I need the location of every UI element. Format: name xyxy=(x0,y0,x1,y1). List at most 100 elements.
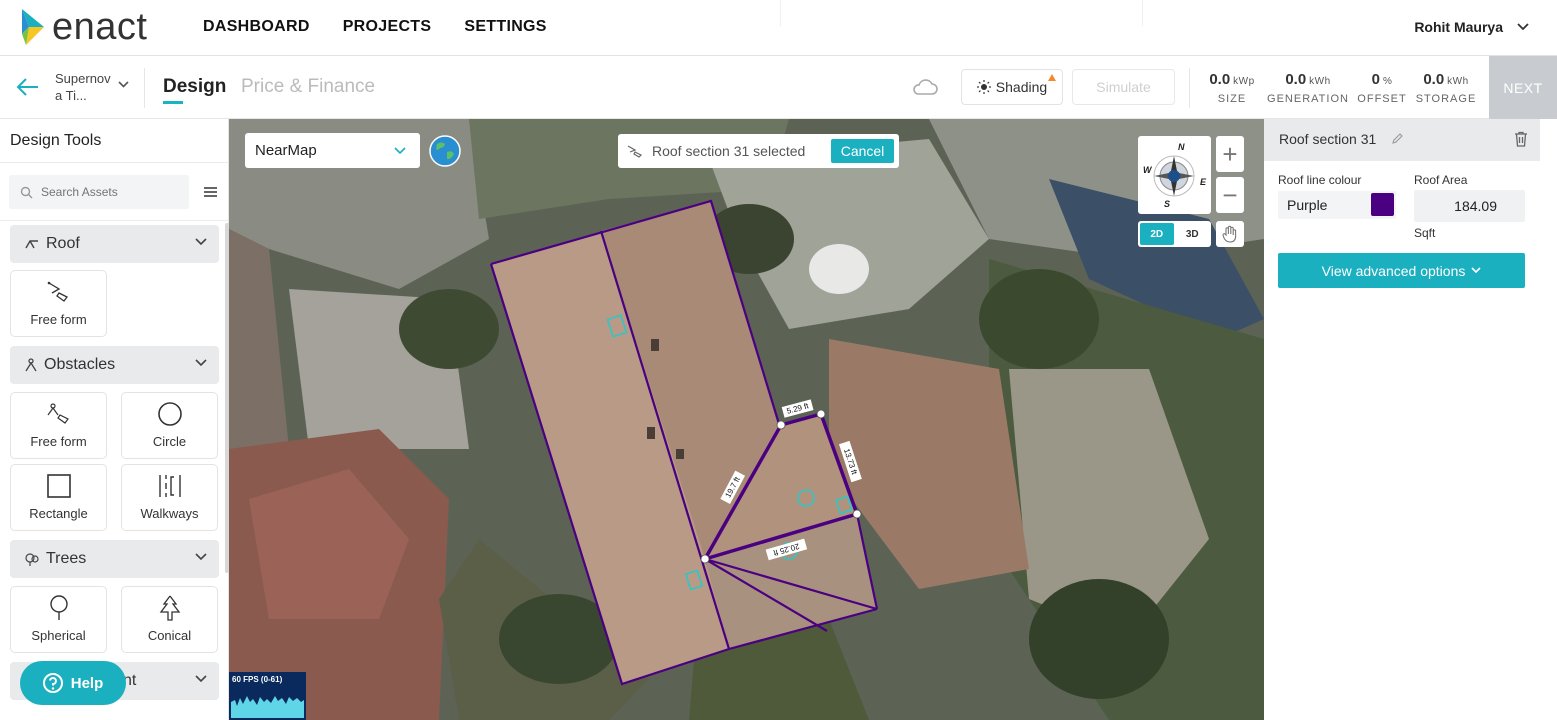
roof-icon xyxy=(25,240,38,249)
edit-pencil-icon[interactable] xyxy=(1392,133,1403,144)
selection-banner: Roof section 31 selected Cancel xyxy=(618,134,899,168)
nav-settings[interactable]: SETTINGS xyxy=(464,18,546,36)
warning-icon xyxy=(1048,74,1056,81)
stat-offset: 0% OFFSET xyxy=(1355,71,1409,105)
compass-icon: N E S W xyxy=(1143,142,1207,209)
nav-dashboard[interactable]: DASHBOARD xyxy=(203,18,310,36)
stat-generation: 0.0 kWh GENERATION xyxy=(1266,71,1350,105)
tool-label: Free form xyxy=(30,312,87,327)
tool-roof-free-form[interactable]: Free form xyxy=(10,270,107,337)
chevron-down-icon xyxy=(195,238,207,246)
search-input[interactable] xyxy=(41,185,181,199)
top-nav-bar: enact DASHBOARD PROJECTS SETTINGS Rohit … xyxy=(0,0,1557,56)
chevron-down-icon xyxy=(394,147,406,155)
colour-swatch[interactable] xyxy=(1371,193,1394,216)
view-advanced-options-button[interactable]: View advanced options xyxy=(1278,253,1525,288)
divider xyxy=(780,0,781,26)
tool-label: Spherical xyxy=(31,628,86,643)
cancel-selection-button[interactable]: Cancel xyxy=(831,139,894,163)
sun-icon xyxy=(976,80,991,94)
view-3d-button[interactable]: 3D xyxy=(1176,223,1210,245)
menu-icon[interactable] xyxy=(198,181,222,203)
stat-storage-label: STORAGE xyxy=(1415,93,1477,105)
roof-line-colour-value: Purple xyxy=(1287,197,1328,213)
roof-section-title: Roof section 31 xyxy=(1279,131,1377,147)
obstacle-pen-icon xyxy=(47,403,69,424)
stat-storage: 0.0 kWh STORAGE xyxy=(1413,71,1479,105)
nav-projects[interactable]: PROJECTS xyxy=(343,18,432,36)
panel-title: Design Tools xyxy=(10,132,102,149)
tab-design[interactable]: Design xyxy=(163,76,226,98)
user-name: Rohit Maurya xyxy=(1414,19,1503,35)
tab-price-finance[interactable]: Price & Finance xyxy=(241,76,375,98)
shading-label: Shading xyxy=(995,79,1048,95)
section-obstacles-label: Obstacles xyxy=(44,356,116,373)
main-nav: DASHBOARD PROJECTS SETTINGS xyxy=(203,18,547,36)
chevron-down-icon xyxy=(1471,267,1481,274)
fps-meter: 60 FPS (0-61) xyxy=(229,672,306,720)
map-canvas[interactable]: 5.29 ft 13.73 ft 19.7 ft 20.25 ft NearMa… xyxy=(229,119,1264,720)
zoom-out-button[interactable]: − xyxy=(1216,177,1244,213)
section-roof-label: Roof xyxy=(46,235,80,252)
globe-icon[interactable] xyxy=(429,135,461,167)
project-selector[interactable]: Supernov a Ti... xyxy=(55,70,111,104)
compass-w: W xyxy=(1143,165,1153,175)
compass[interactable]: N E S W xyxy=(1138,136,1211,214)
tool-circle[interactable]: Circle xyxy=(121,392,218,459)
divider xyxy=(1189,68,1190,108)
question-icon xyxy=(42,673,63,693)
section-obstacles[interactable]: Obstacles xyxy=(10,346,219,384)
tool-spherical-tree[interactable]: Spherical xyxy=(10,586,107,653)
hand-icon xyxy=(1222,225,1237,243)
divider xyxy=(144,68,145,108)
imagery-provider-value: NearMap xyxy=(255,142,317,159)
shading-button[interactable]: Shading xyxy=(961,69,1063,105)
project-name-line1: Supernov xyxy=(55,71,111,86)
search-assets[interactable] xyxy=(9,175,189,209)
chevron-down-icon xyxy=(195,675,207,683)
section-trees[interactable]: Trees xyxy=(10,540,219,578)
chevron-down-icon xyxy=(195,359,207,367)
tree-icon xyxy=(25,552,39,566)
section-trees-label: Trees xyxy=(46,550,87,567)
cloud-sync-icon xyxy=(913,79,938,95)
tool-obstacle-free-form[interactable]: Free form xyxy=(10,392,107,459)
simulate-button[interactable]: Simulate xyxy=(1072,69,1175,105)
trash-icon[interactable] xyxy=(1514,131,1528,147)
tool-rectangle[interactable]: Rectangle xyxy=(10,464,107,531)
imagery-provider-select[interactable]: NearMap xyxy=(245,133,420,168)
divider xyxy=(0,220,229,221)
rectangle-icon xyxy=(46,474,71,498)
roof-area-label: Roof Area xyxy=(1414,173,1468,187)
circle-icon xyxy=(157,402,182,426)
pen-tool-icon xyxy=(627,145,643,158)
user-menu[interactable]: Rohit Maurya xyxy=(1414,19,1529,35)
stat-generation-value: 0.0 xyxy=(1285,71,1307,88)
stat-size-label: SIZE xyxy=(1217,93,1247,105)
tool-conical-tree[interactable]: Conical xyxy=(121,586,218,653)
chevron-down-icon xyxy=(195,553,207,561)
view-2d-button[interactable]: 2D xyxy=(1140,223,1174,245)
tool-walkways[interactable]: Walkways xyxy=(121,464,218,531)
back-arrow-icon[interactable] xyxy=(16,76,40,98)
stat-size-unit: kWp xyxy=(1233,76,1255,87)
advanced-options-label: View advanced options xyxy=(1321,262,1466,279)
pan-button[interactable] xyxy=(1216,221,1244,247)
stat-offset-unit: % xyxy=(1382,76,1393,87)
help-label: Help xyxy=(70,674,104,692)
stat-size: 0.0 kWp SIZE xyxy=(1204,71,1260,105)
section-roof[interactable]: Roof xyxy=(10,225,219,263)
tool-label: Rectangle xyxy=(29,506,88,521)
roof-area-unit: Sqft xyxy=(1414,226,1436,240)
chevron-down-icon[interactable] xyxy=(118,81,129,88)
enact-logo[interactable]: enact xyxy=(20,8,147,46)
next-button[interactable]: NEXT xyxy=(1489,56,1557,119)
tool-label: Circle xyxy=(152,434,187,449)
properties-panel: Roof section 31 Roof line colour Purple … xyxy=(1264,119,1557,720)
stat-storage-unit: kWh xyxy=(1447,76,1469,87)
zoom-in-button[interactable]: + xyxy=(1216,136,1244,172)
tool-label: Walkways xyxy=(140,506,199,521)
compass-s: S xyxy=(1164,199,1170,209)
stat-storage-value: 0.0 xyxy=(1423,71,1445,88)
help-button[interactable]: Help xyxy=(20,661,126,705)
